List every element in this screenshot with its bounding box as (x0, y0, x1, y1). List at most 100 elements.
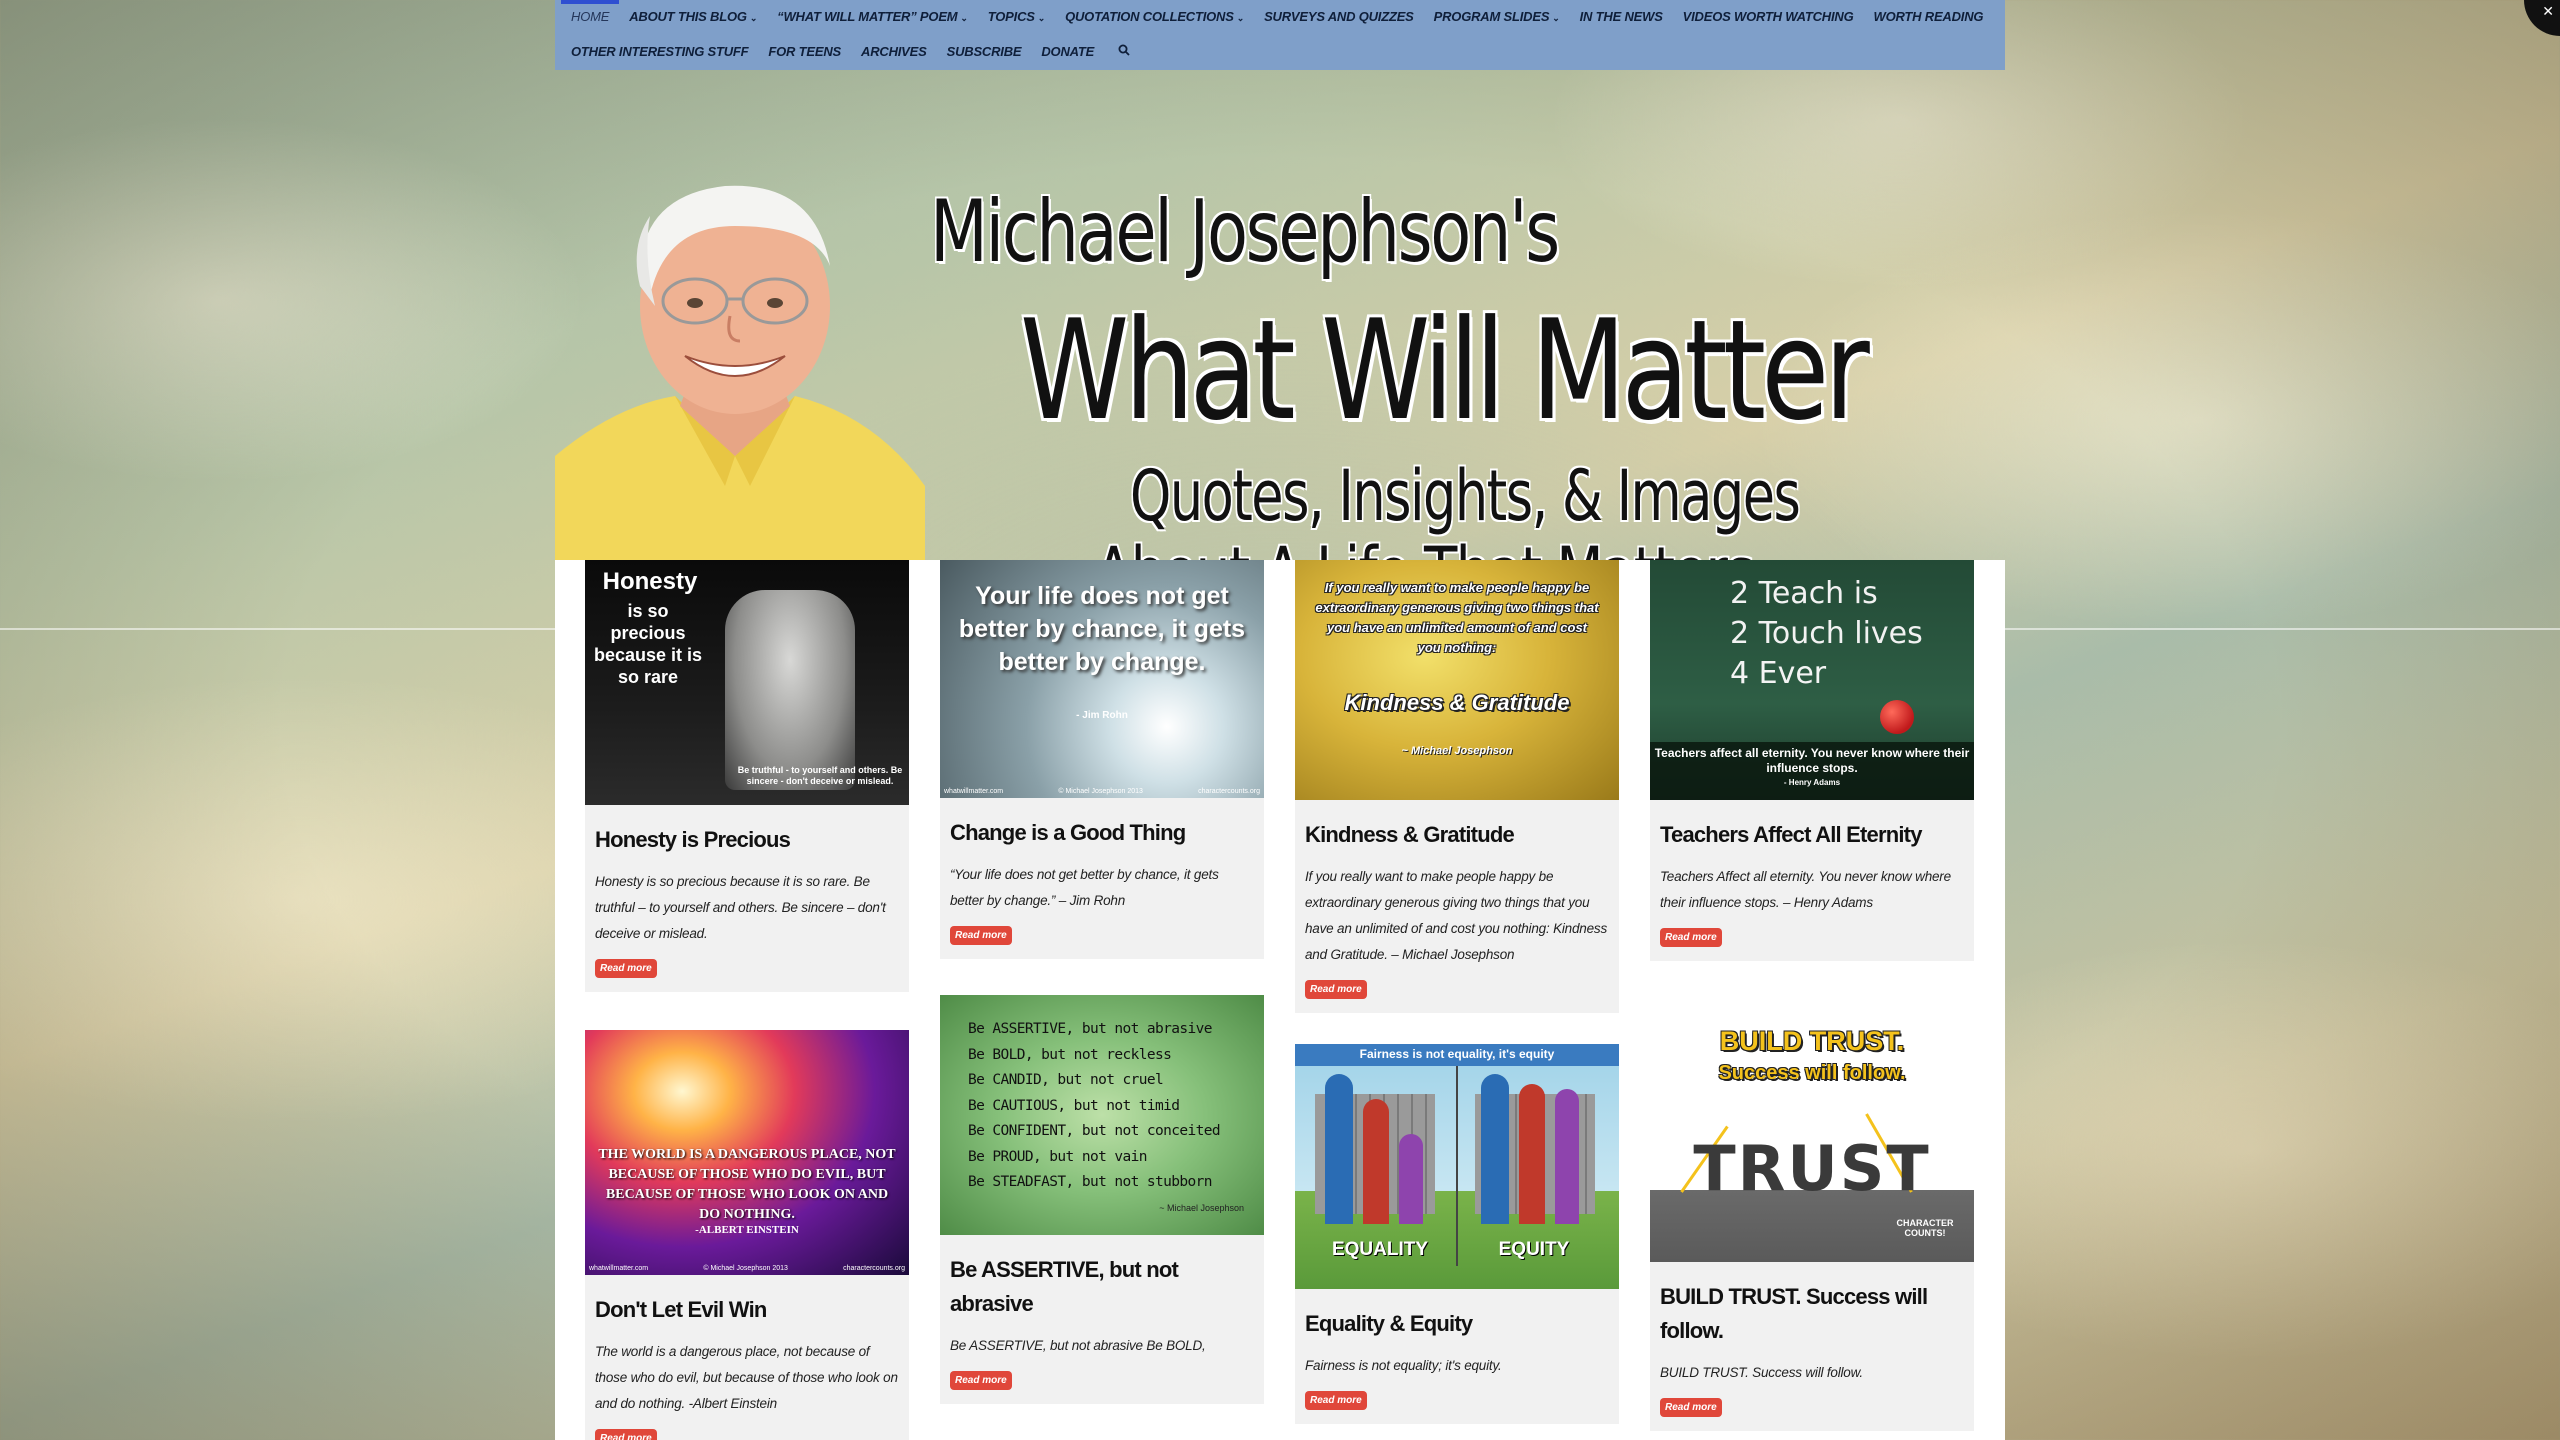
post-thumbnail[interactable]: BUILD TRUST. Success will follow. TRUST … (1650, 1022, 1974, 1262)
search-icon[interactable] (1104, 35, 1144, 70)
nav-item-label: IN THE NEWS (1579, 9, 1663, 24)
thumb-badge: CHARACTER COUNTS! (1896, 1218, 1954, 1238)
nav-item[interactable]: VIDEOS WORTH WATCHING (1673, 0, 1864, 35)
post-title[interactable]: Be ASSERTIVE, but not abrasive (940, 1235, 1264, 1321)
read-more-button[interactable]: Read more (595, 959, 657, 978)
nav-item[interactable]: HOME (561, 0, 620, 35)
thumb-author: ~ Michael Josephson (1401, 745, 1513, 757)
close-icon[interactable]: ✕ (2524, 0, 2560, 36)
thumb-list-line: Be CAUTIOUS, but not timid (968, 1097, 1180, 1114)
nav-item-label: QUOTATION COLLECTIONS (1065, 9, 1234, 24)
nav-item-label: ARCHIVES (861, 44, 927, 59)
credit-site: whatwillmatter.com (944, 788, 1004, 795)
nav-item[interactable]: TOPICS ⌄ (978, 0, 1055, 35)
post-thumbnail[interactable]: If you really want to make people happy … (1295, 560, 1619, 800)
tagline-line-1: Quotes, Insights, & Images (1130, 455, 1801, 537)
post-title[interactable]: Kindness & Gratitude (1295, 800, 1619, 852)
thumb-list-line: Be ASSERTIVE, but not abrasive (968, 1021, 1213, 1037)
nav-item[interactable]: QUOTATION COLLECTIONS ⌄ (1055, 0, 1254, 35)
read-more-button[interactable]: Read more (1660, 1398, 1722, 1417)
post-card: Your life does not get better by chance,… (940, 560, 1264, 959)
thumb-caption: Teachers affect all eternity. You never … (1654, 746, 1970, 775)
post-card: 2 Teach is 2 Touch lives 4 Ever Teachers… (1650, 560, 1974, 961)
thumb-list-line: Be STEADFAST, but not stubborn (968, 1174, 1213, 1190)
post-card: Fairness is not equality, it's equity EQ… (1295, 1044, 1619, 1424)
nav-item[interactable]: OTHER INTERESTING STUFF (561, 35, 758, 70)
chevron-down-icon: ⌄ (1037, 13, 1046, 23)
post-thumbnail[interactable]: THE WORLD IS A DANGEROUS PLACE, NOT BECA… (585, 1030, 909, 1275)
post-thumbnail[interactable]: Your life does not get better by chance,… (940, 560, 1264, 798)
read-more-button[interactable]: Read more (1305, 1391, 1367, 1410)
nav-item-label: ABOUT THIS BLOG (629, 9, 747, 24)
post-title[interactable]: Don't Let Evil Win (585, 1275, 909, 1327)
thumb-author: - Jim Rohn (1076, 710, 1128, 721)
credit-site-2: charactercounts.org (843, 1265, 905, 1272)
thumb-list-line: Be CANDID, but not cruel (968, 1072, 1164, 1088)
nav-item[interactable]: PROGRAM SLIDES ⌄ (1424, 0, 1570, 35)
post-thumbnail[interactable]: 2 Teach is 2 Touch lives 4 Ever Teachers… (1650, 560, 1974, 800)
thumb-heading: Honesty (602, 568, 698, 595)
chevron-down-icon: ⌄ (749, 13, 758, 23)
post-thumbnail[interactable]: Fairness is not equality, it's equity EQ… (1295, 1044, 1619, 1289)
thumb-heading: Kindness & Gratitude (1344, 690, 1570, 715)
thumb-quote: If you really want to make people happy … (1315, 580, 1599, 655)
nav-item-label: OTHER INTERESTING STUFF (571, 44, 749, 59)
thumb-heading: BUILD TRUST. (1719, 1026, 1905, 1056)
post-card: If you really want to make people happy … (1295, 560, 1619, 1013)
credit-site-2: charactercounts.org (1198, 788, 1260, 795)
nav-item[interactable]: WORTH READING (1864, 0, 1994, 35)
chevron-down-icon: ⌄ (1552, 13, 1560, 23)
post-title[interactable]: Equality & Equity (1295, 1289, 1619, 1341)
thumb-author: - Henry Adams (1783, 778, 1841, 787)
nav-item[interactable]: ABOUT THIS BLOG ⌄ (619, 0, 767, 35)
post-card: Honesty is so precious because it is so … (585, 560, 909, 992)
thumb-footer: Be truthful - to yourself and others. Be… (737, 765, 903, 786)
read-more-button[interactable]: Read more (1305, 980, 1367, 999)
nav-item[interactable]: IN THE NEWS (1570, 0, 1673, 35)
post-title[interactable]: BUILD TRUST. Success will follow. (1650, 1262, 1974, 1348)
post-thumbnail[interactable]: Honesty is so precious because it is so … (585, 560, 909, 805)
nav-item-label: VIDEOS WORTH WATCHING (1682, 9, 1854, 24)
thumb-subtext: is so precious because it is so rare (593, 601, 703, 687)
site-wrapper: HOME ABOUT THIS BLOG ⌄ “WHAT WILL MATTER” P… (0, 0, 2560, 630)
post-excerpt: BUILD TRUST. Success will follow. (1660, 1365, 1863, 1380)
read-more-button[interactable]: Read more (950, 926, 1012, 945)
credit-site: whatwillmatter.com (589, 1265, 649, 1272)
post-excerpt: Be ASSERTIVE, but not abrasive Be BOLD, (950, 1338, 1206, 1353)
chevron-down-icon: ⌄ (1236, 13, 1245, 23)
nav-item-label: SUBSCRIBE (946, 44, 1022, 59)
post-card: THE WORLD IS A DANGEROUS PLACE, NOT BECA… (585, 1030, 909, 1440)
post-excerpt: Fairness is not equality; it's equity. (1305, 1358, 1502, 1373)
thumb-quote: THE WORLD IS A DANGEROUS PLACE, NOT BECA… (598, 1147, 896, 1222)
post-excerpt: If you really want to make people happy … (1305, 869, 1608, 962)
thumb-list-line: Be BOLD, but not reckless (968, 1046, 1172, 1063)
nav-item[interactable]: “WHAT WILL MATTER” POEM ⌄ (767, 0, 978, 35)
nav-item[interactable]: SURVEYS AND QUIZZES (1254, 0, 1424, 35)
thumb-quote: Your life does not get better by chance,… (958, 582, 1246, 676)
post-title[interactable]: Teachers Affect All Eternity (1650, 800, 1974, 852)
nav-item[interactable]: FOR TEENS (758, 35, 851, 70)
nav-item-label: WORTH READING (1873, 9, 1984, 24)
read-more-button[interactable]: Read more (950, 1371, 1012, 1390)
thumb-credits: whatwillmatter.com © Michael Josephson 20… (589, 1265, 905, 1272)
nav-item[interactable]: ARCHIVES (851, 35, 937, 70)
nav-item-label: FOR TEENS (768, 44, 842, 59)
nav-item[interactable]: SUBSCRIBE (937, 35, 1032, 70)
post-excerpt: The world is a dangerous place, not beca… (595, 1344, 898, 1411)
post-title[interactable]: Change is a Good Thing (940, 798, 1264, 850)
thumb-banner: Fairness is not equality, it's equity (1359, 1047, 1555, 1061)
main-nav: HOME ABOUT THIS BLOG ⌄ “WHAT WILL MATTER” P… (555, 0, 2005, 70)
nav-item-label: TOPICS (987, 9, 1035, 24)
nav-item-label: PROGRAM SLIDES (1433, 9, 1550, 24)
post-excerpt: “Your life does not get better by chance… (950, 867, 1219, 908)
site-title: What Will Matter (1020, 290, 1870, 451)
post-title[interactable]: Honesty is Precious (585, 805, 909, 857)
credit-copyright: © Michael Josephson 2013 (1058, 788, 1143, 795)
site-header[interactable]: Michael Josephson's What Will Matter Quo… (0, 70, 2560, 630)
read-more-button[interactable]: Read more (595, 1429, 657, 1440)
nav-item[interactable]: DONATE (1031, 35, 1104, 70)
thumb-credits: whatwillmatter.com © Michael Josephson 20… (944, 788, 1260, 795)
read-more-button[interactable]: Read more (1660, 928, 1722, 947)
post-thumbnail[interactable]: Be ASSERTIVE, but not abrasive Be BOLD, b… (940, 995, 1264, 1235)
thumb-label-right: EQUITY (1498, 1239, 1570, 1260)
